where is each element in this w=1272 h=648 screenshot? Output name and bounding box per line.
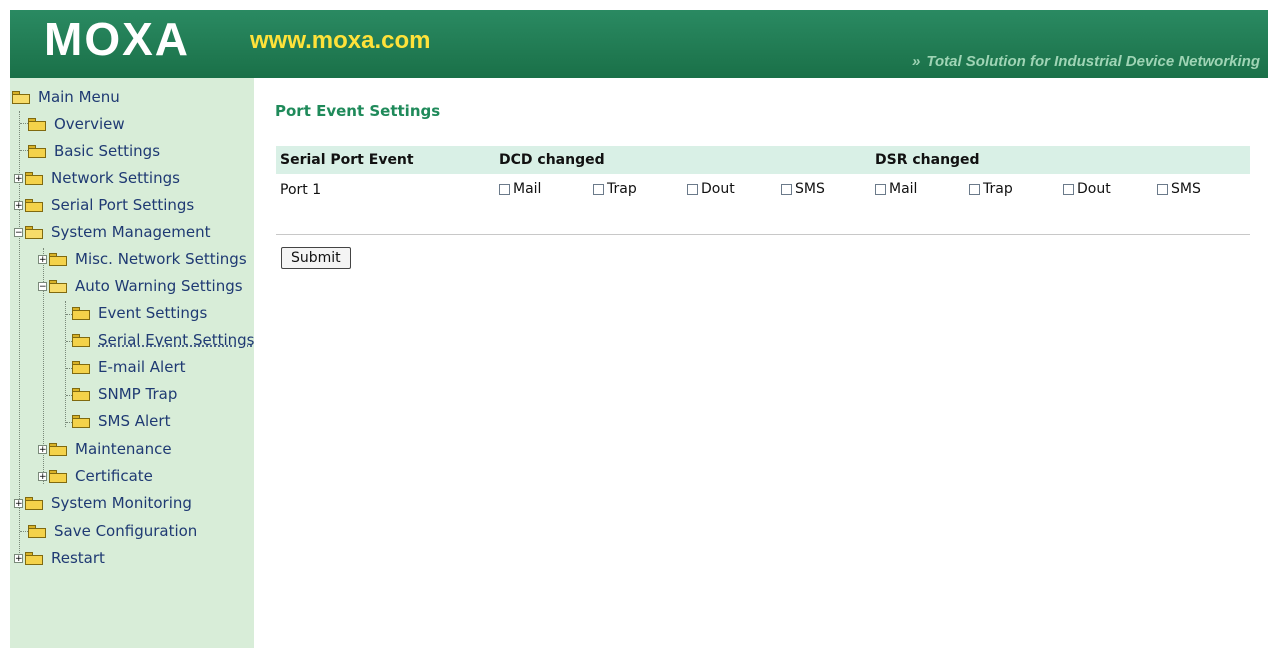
sidebar-item-event-settings[interactable]: Event Settings — [72, 302, 207, 324]
folder-open-icon — [12, 90, 30, 104]
folder-open-icon — [25, 225, 43, 239]
folder-icon — [72, 360, 90, 374]
expand-icon[interactable]: + — [14, 553, 23, 563]
collapse-icon[interactable]: − — [14, 227, 23, 237]
folder-icon — [25, 551, 43, 565]
expand-icon[interactable]: + — [38, 444, 47, 454]
website-url[interactable]: www.moxa.com — [250, 26, 431, 56]
sidebar-item-network-settings[interactable]: + Network Settings — [14, 167, 180, 189]
divider — [276, 234, 1250, 235]
tree-connector — [20, 123, 28, 124]
double-chevron-icon: » — [912, 53, 921, 70]
dsr-mail-checkbox[interactable]: Mail — [875, 181, 917, 197]
folder-icon — [72, 387, 90, 401]
folder-icon — [25, 198, 43, 212]
sidebar-item-system-management[interactable]: − System Management — [14, 221, 211, 243]
sidebar-item-main-menu[interactable]: Main Menu — [12, 86, 120, 108]
sidebar-menu-tree: Main Menu Overview Basic Settings + Netw… — [10, 78, 254, 648]
port-label: Port 1 — [280, 182, 322, 198]
table-header-row: Serial Port Event DCD changed DSR change… — [276, 146, 1250, 174]
expand-icon[interactable]: + — [14, 498, 23, 508]
folder-icon — [28, 524, 46, 538]
header-dcd-changed: DCD changed — [495, 146, 871, 174]
sidebar-item-email-alert[interactable]: E-mail Alert — [72, 356, 186, 378]
dsr-trap-checkbox[interactable]: Trap — [969, 181, 1013, 197]
folder-icon — [49, 442, 67, 456]
folder-icon — [28, 117, 46, 131]
dcd-mail-checkbox[interactable]: Mail — [499, 181, 541, 197]
page-title: Port Event Settings — [275, 102, 441, 120]
main-content: Port Event Settings Serial Port Event DC… — [255, 78, 1268, 648]
sidebar-item-restart[interactable]: + Restart — [14, 547, 105, 569]
folder-icon — [72, 333, 90, 347]
folder-icon — [49, 469, 67, 483]
dsr-sms-checkbox[interactable]: SMS — [1157, 181, 1201, 197]
dcd-sms-checkbox[interactable]: SMS — [781, 181, 825, 197]
folder-icon — [49, 252, 67, 266]
sidebar-item-overview[interactable]: Overview — [28, 113, 125, 135]
sidebar-item-snmp-trap[interactable]: SNMP Trap — [72, 383, 177, 405]
sidebar-item-misc-network-settings[interactable]: + Misc. Network Settings — [38, 248, 247, 270]
header-serial-port-event: Serial Port Event — [276, 146, 495, 174]
folder-open-icon — [49, 279, 67, 293]
sidebar-item-sms-alert[interactable]: SMS Alert — [72, 410, 170, 432]
dcd-trap-checkbox[interactable]: Trap — [593, 181, 637, 197]
expand-icon[interactable]: + — [14, 173, 23, 183]
sidebar-item-maintenance[interactable]: + Maintenance — [38, 438, 172, 460]
moxa-logo: MOXA — [44, 13, 190, 65]
slogan-text: Total Solution for Industrial Device Net… — [926, 53, 1260, 70]
sidebar-item-serial-port-settings[interactable]: + Serial Port Settings — [14, 194, 194, 216]
sidebar-item-serial-event-settings[interactable]: Serial Event Settings — [72, 329, 254, 351]
sidebar-item-auto-warning-settings[interactable]: − Auto Warning Settings — [38, 275, 243, 297]
tree-connector — [20, 531, 28, 532]
sidebar-item-certificate[interactable]: + Certificate — [38, 465, 153, 487]
collapse-icon[interactable]: − — [38, 281, 47, 291]
tree-connector — [20, 150, 28, 151]
tree-connector — [65, 301, 66, 427]
sidebar-item-system-monitoring[interactable]: + System Monitoring — [14, 492, 192, 514]
port-event-table: Serial Port Event DCD changed DSR change… — [276, 146, 1250, 206]
dcd-dout-checkbox[interactable]: Dout — [687, 181, 735, 197]
folder-icon — [25, 171, 43, 185]
sidebar-item-save-configuration[interactable]: Save Configuration — [28, 520, 197, 542]
expand-icon[interactable]: + — [38, 471, 47, 481]
expand-icon[interactable]: + — [14, 200, 23, 210]
sidebar-item-basic-settings[interactable]: Basic Settings — [28, 140, 160, 162]
folder-icon — [72, 414, 90, 428]
header-dsr-changed: DSR changed — [871, 146, 1250, 174]
submit-button[interactable]: Submit — [281, 247, 351, 269]
table-row: Port 1 Mail Trap Dout SMS Mail Trap Dout… — [276, 174, 1250, 206]
folder-icon — [25, 496, 43, 510]
expand-icon[interactable]: + — [38, 254, 47, 264]
slogan: » Total Solution for Industrial Device Ne… — [912, 52, 1260, 72]
folder-icon — [28, 144, 46, 158]
folder-icon — [72, 306, 90, 320]
dsr-dout-checkbox[interactable]: Dout — [1063, 181, 1111, 197]
header-banner: MOXA www.moxa.com » Total Solution for In… — [10, 10, 1268, 78]
